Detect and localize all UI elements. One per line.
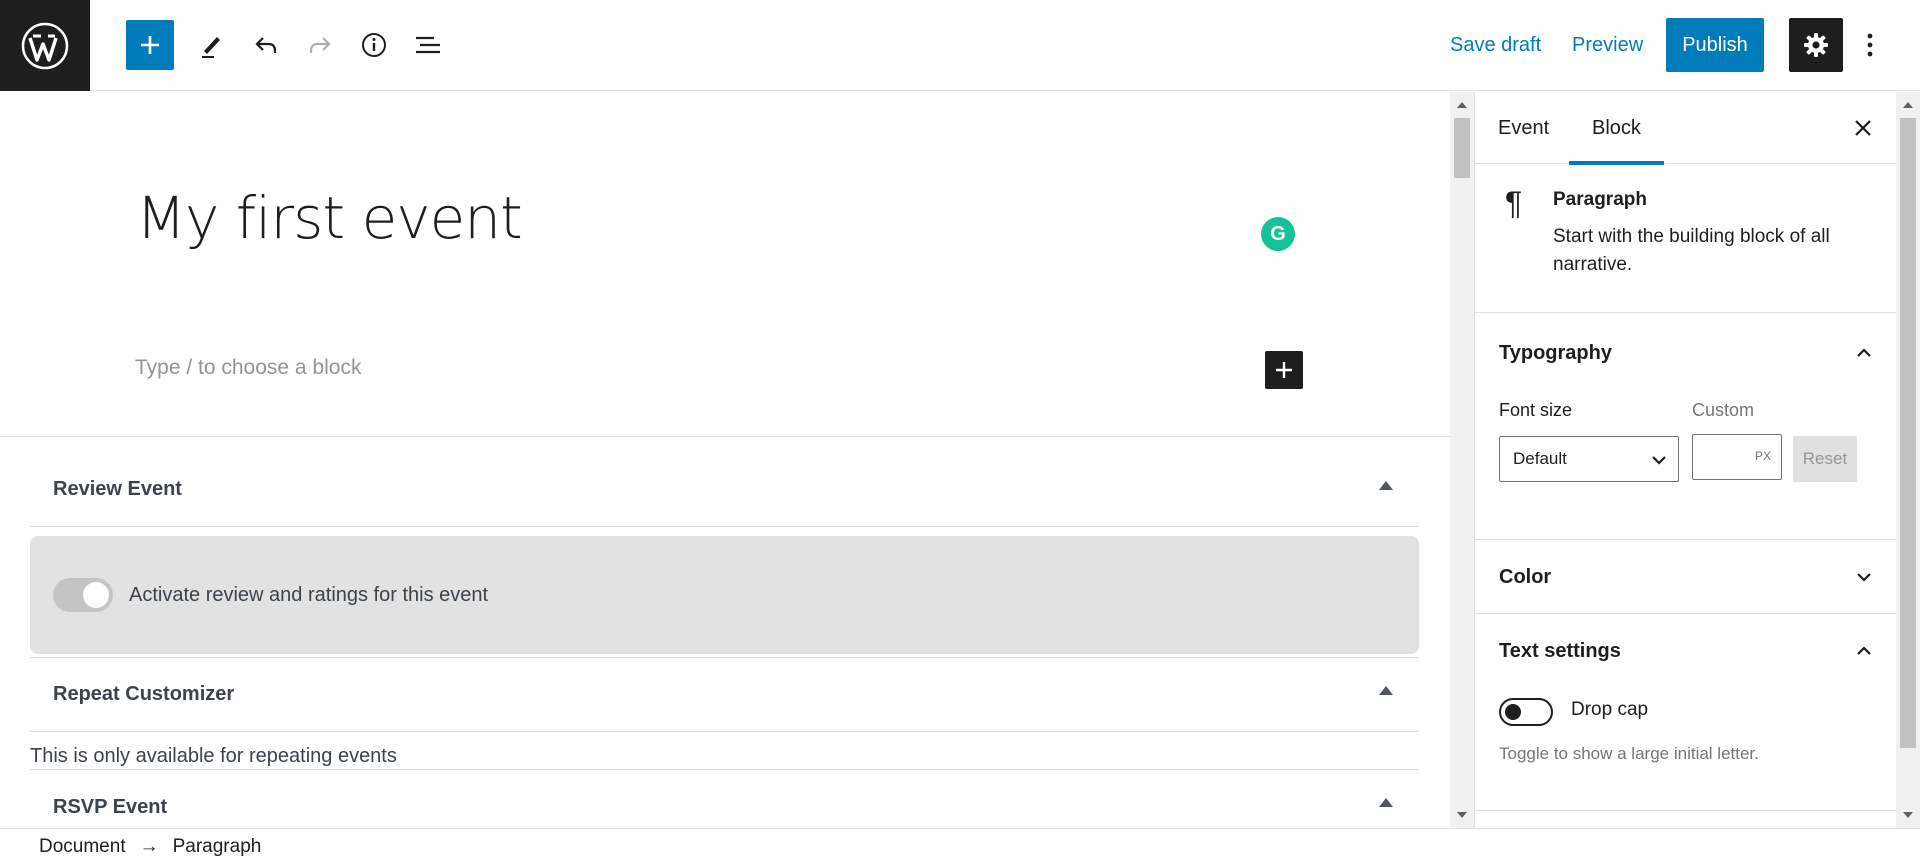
gear-icon	[1804, 33, 1828, 57]
wordpress-logo-button[interactable]	[0, 0, 90, 91]
collapse-arrow-icon[interactable]	[1379, 481, 1393, 490]
review-toggle-label: Activate review and ratings for this eve…	[129, 583, 489, 606]
info-icon	[362, 33, 386, 57]
preview-button[interactable]: Preview	[1572, 20, 1643, 70]
undo-button[interactable]	[242, 20, 290, 70]
sidebar-tabs: Event Block	[1475, 92, 1896, 165]
tools-button[interactable]	[188, 20, 236, 70]
scrollbar-thumb[interactable]	[1900, 118, 1916, 748]
plus-icon	[1276, 362, 1292, 378]
breadcrumb: Document → Paragraph	[0, 828, 1920, 865]
paragraph-icon: ¶	[1505, 185, 1523, 221]
scroll-up-icon[interactable]	[1457, 102, 1467, 108]
inline-add-block-button[interactable]	[1265, 351, 1303, 389]
breadcrumb-document[interactable]: Document	[39, 836, 126, 858]
review-event-title: Review Event	[53, 478, 182, 500]
tab-event[interactable]: Event	[1498, 92, 1549, 164]
block-description: Start with the building block of all nar…	[1553, 226, 1830, 275]
sidebar-scrollbar[interactable]	[1896, 92, 1920, 828]
pencil-icon	[202, 37, 220, 58]
chevron-up-icon	[1857, 646, 1871, 655]
chevron-down-icon	[1857, 573, 1871, 582]
redo-button[interactable]	[296, 20, 344, 70]
collapse-arrow-icon[interactable]	[1379, 798, 1393, 807]
drop-cap-toggle[interactable]	[1499, 698, 1553, 726]
wordpress-icon	[21, 22, 69, 69]
font-size-value: Default	[1513, 449, 1567, 468]
rsvp-event-title: RSVP Event	[53, 795, 168, 818]
editor-canvas: My first event G Type / to choose a bloc…	[0, 92, 1450, 828]
repeat-customizer-header[interactable]: Repeat Customizer	[30, 658, 1419, 732]
collapse-arrow-icon[interactable]	[1379, 686, 1393, 695]
options-menu-button[interactable]	[1852, 18, 1888, 72]
custom-size-input[interactable]: PX	[1692, 434, 1782, 480]
scrollbar-thumb[interactable]	[1454, 118, 1470, 178]
settings-sidebar: Event Block ¶ Paragraph Start with the b…	[1474, 92, 1896, 828]
typography-title: Typography	[1499, 341, 1612, 364]
drop-cap-help: Toggle to show a large initial letter.	[1499, 744, 1759, 763]
font-size-select[interactable]: Default	[1499, 436, 1679, 482]
review-toggle[interactable]	[53, 578, 113, 612]
chevron-down-icon	[1652, 456, 1666, 465]
list-view-button[interactable]	[404, 20, 452, 70]
review-event-panel: Activate review and ratings for this eve…	[30, 536, 1419, 654]
text-settings-title: Text settings	[1499, 639, 1621, 662]
canvas-scrollbar[interactable]	[1450, 92, 1474, 828]
block-name: Paragraph	[1553, 189, 1647, 210]
plus-icon	[141, 36, 159, 54]
typography-panel-toggle[interactable]: Typography	[1475, 316, 1896, 390]
scroll-down-icon[interactable]	[1457, 812, 1467, 818]
repeat-customizer-title: Repeat Customizer	[53, 683, 235, 705]
redo-icon	[309, 37, 331, 53]
post-title[interactable]: My first event	[136, 184, 523, 252]
publish-button[interactable]: Publish	[1666, 18, 1764, 72]
undo-icon	[255, 37, 277, 53]
more-vertical-icon	[1867, 33, 1873, 57]
save-draft-button[interactable]: Save draft	[1450, 20, 1541, 70]
font-size-label: Font size	[1499, 400, 1573, 420]
repeat-note: This is only available for repeating eve…	[30, 745, 397, 767]
color-title: Color	[1499, 565, 1552, 588]
unit-label: PX	[1754, 449, 1771, 463]
scroll-up-icon[interactable]	[1903, 102, 1913, 108]
scroll-down-icon[interactable]	[1903, 812, 1913, 818]
grammarly-icon[interactable]: G	[1261, 217, 1295, 251]
close-icon	[1855, 120, 1871, 136]
text-settings-panel-toggle[interactable]: Text settings	[1475, 614, 1896, 688]
review-event-header[interactable]: Review Event	[30, 453, 1419, 527]
block-placeholder[interactable]: Type / to choose a block	[135, 356, 361, 380]
panel-divider	[1475, 810, 1896, 811]
canvas-divider	[0, 436, 1450, 437]
close-sidebar-button[interactable]	[1845, 110, 1881, 146]
reset-button[interactable]: Reset	[1793, 436, 1857, 482]
list-view-icon	[416, 36, 440, 54]
breadcrumb-paragraph[interactable]: Paragraph	[173, 836, 262, 858]
add-block-button[interactable]	[126, 20, 174, 70]
details-button[interactable]	[350, 20, 398, 70]
block-card: ¶ Paragraph Start with the building bloc…	[1475, 165, 1896, 313]
chevron-up-icon	[1857, 348, 1871, 357]
editor-header: Save draft Preview Publish	[0, 0, 1920, 91]
tab-block[interactable]: Block	[1569, 92, 1664, 165]
drop-cap-label: Drop cap	[1571, 699, 1649, 720]
custom-size-label: Custom	[1692, 400, 1755, 420]
breadcrumb-separator: →	[139, 836, 159, 857]
settings-button[interactable]	[1789, 18, 1843, 72]
rsvp-event-header[interactable]: RSVP Event	[30, 770, 1419, 828]
color-panel-toggle[interactable]: Color	[1475, 540, 1896, 614]
